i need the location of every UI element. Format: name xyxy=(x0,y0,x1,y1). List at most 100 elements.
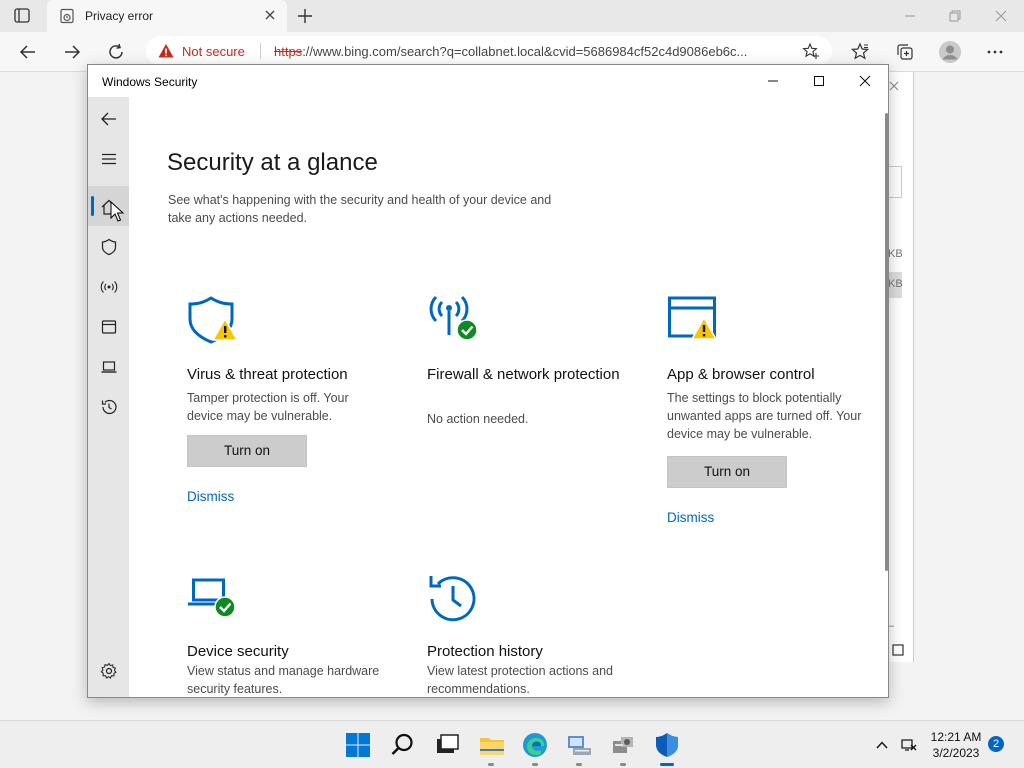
mouse-pointer-icon xyxy=(110,201,124,222)
background-square-icon xyxy=(892,644,904,656)
windows-security-active-indicator xyxy=(660,763,674,766)
security-nav-rail xyxy=(88,97,129,697)
background-input-box xyxy=(888,166,902,198)
back-arrow-icon[interactable] xyxy=(18,42,38,62)
device-ok-icon xyxy=(187,573,239,626)
browser-close-icon[interactable] xyxy=(993,8,1009,24)
more-menu-icon[interactable] xyxy=(985,42,1005,62)
card-title: Firewall & network protection xyxy=(427,366,620,383)
card-title: App & browser control xyxy=(667,366,815,383)
minimize-icon[interactable] xyxy=(766,74,780,88)
background-size-label: KB xyxy=(888,248,903,260)
hamburger-menu-icon xyxy=(102,153,116,165)
close-icon[interactable] xyxy=(858,74,872,88)
firewall-ok-icon xyxy=(427,295,479,348)
app-browser-warning-icon xyxy=(667,295,719,348)
security-titlebar: Windows Security xyxy=(88,65,888,97)
card-description: View status and manage hardware security… xyxy=(187,664,380,696)
start-windows-icon[interactable] xyxy=(344,731,372,759)
network-drive-icon[interactable] xyxy=(565,731,593,759)
browser-restore-icon[interactable] xyxy=(947,8,963,24)
not-secure-label[interactable]: Not secure xyxy=(182,44,245,59)
shield-icon xyxy=(101,238,117,256)
refresh-icon[interactable] xyxy=(106,42,126,62)
background-highlight-row: KB xyxy=(888,272,903,298)
network-status-icon[interactable] xyxy=(900,737,918,753)
maximize-icon[interactable] xyxy=(812,74,826,88)
windows-security-shield-icon[interactable] xyxy=(653,731,681,759)
card-device-security[interactable]: Device security View status and manage h… xyxy=(167,555,399,697)
nav-menu-button[interactable] xyxy=(88,138,129,178)
tab-close-icon[interactable] xyxy=(263,8,277,22)
nav-firewall[interactable] xyxy=(88,266,129,306)
task-view-icon[interactable] xyxy=(433,731,461,759)
card-title: Virus & threat protection xyxy=(187,366,348,383)
edge-browser-icon[interactable] xyxy=(521,731,549,759)
add-favorite-icon[interactable] xyxy=(802,42,820,60)
url-rest: ://www.bing.com/search?q=collabnet.local… xyxy=(302,44,748,59)
collections-icon[interactable] xyxy=(895,42,915,62)
nav-virus-protection[interactable] xyxy=(88,226,129,266)
laptop-icon xyxy=(101,361,117,373)
windows-security-window: Windows Security Security at a glance Se… xyxy=(87,64,889,698)
dismiss-link[interactable]: Dismiss xyxy=(667,510,714,525)
forward-arrow-icon[interactable] xyxy=(62,42,82,62)
nav-back-button[interactable] xyxy=(88,98,129,138)
turn-on-button[interactable]: Turn on xyxy=(187,435,307,467)
search-icon[interactable] xyxy=(389,731,417,759)
tab-title: Privacy error xyxy=(85,9,154,23)
clock-time[interactable]: 12:21 AM xyxy=(928,730,984,744)
address-divider xyxy=(260,43,261,59)
tab-actions-icon[interactable] xyxy=(12,7,32,25)
settings-app-icon[interactable] xyxy=(609,731,637,759)
background-size-label-2: KB xyxy=(888,278,903,290)
card-description: The settings to block potentially unwant… xyxy=(667,391,862,441)
chevron-up-icon[interactable] xyxy=(874,737,890,753)
nav-device-security[interactable] xyxy=(88,346,129,386)
page-title: Security at a glance xyxy=(167,149,378,176)
file-explorer-icon[interactable] xyxy=(478,731,506,759)
card-firewall[interactable]: Firewall & network protection No action … xyxy=(407,273,639,545)
turn-on-button[interactable]: Turn on xyxy=(667,456,787,488)
edge-running-indicator xyxy=(532,763,538,766)
card-virus-threat[interactable]: Virus & threat protection Tamper protect… xyxy=(167,273,399,545)
card-app-browser[interactable]: App & browser control The settings to bl… xyxy=(647,273,879,545)
url-scheme: https xyxy=(274,44,303,59)
history-icon xyxy=(427,573,479,630)
not-secure-warning-icon[interactable] xyxy=(158,43,174,59)
nav-app-browser[interactable] xyxy=(88,306,129,346)
clock-date[interactable]: 3/2/2023 xyxy=(928,746,984,760)
back-arrow-icon xyxy=(101,112,116,126)
notification-badge[interactable]: 2 xyxy=(988,736,1004,752)
card-description: Tamper protection is off. Your device ma… xyxy=(187,391,349,423)
file-explorer-running-indicator xyxy=(488,763,494,766)
card-description: View latest protection actions and recom… xyxy=(427,664,613,696)
gear-icon xyxy=(100,662,117,679)
card-title: Protection history xyxy=(427,643,543,660)
card-description: No action needed. xyxy=(427,412,529,426)
address-bar[interactable]: Not secure https://www.bing.com/search?q… xyxy=(146,36,832,66)
card-title: Device security xyxy=(187,643,289,660)
window-title: Windows Security xyxy=(102,75,198,89)
shield-warning-icon xyxy=(187,295,239,350)
profile-avatar-icon[interactable] xyxy=(938,40,962,64)
history-clock-icon xyxy=(101,399,117,415)
content-scrollbar[interactable] xyxy=(885,113,888,571)
taskbar xyxy=(0,720,1024,768)
background-page: KB KB – xyxy=(888,72,914,662)
new-tab-icon[interactable] xyxy=(296,7,314,25)
dismiss-link[interactable]: Dismiss xyxy=(187,489,234,504)
browser-tab-bar: Privacy error xyxy=(0,0,1024,32)
url-text[interactable]: https://www.bing.com/search?q=collabnet.… xyxy=(274,44,789,59)
browser-minimize-icon[interactable] xyxy=(902,8,918,24)
network-drive-running-indicator xyxy=(576,763,582,766)
favorites-icon[interactable] xyxy=(850,42,870,62)
background-close-icon xyxy=(889,81,899,91)
card-protection-history[interactable]: Protection history View latest protectio… xyxy=(407,555,639,697)
nav-protection-history[interactable] xyxy=(88,386,129,426)
nav-settings[interactable] xyxy=(88,650,129,690)
page-warning-favicon-icon xyxy=(59,8,75,24)
browser-tab[interactable]: Privacy error xyxy=(47,0,287,32)
security-main-content: Security at a glance See what's happenin… xyxy=(129,97,888,697)
app-window-icon xyxy=(101,320,117,334)
